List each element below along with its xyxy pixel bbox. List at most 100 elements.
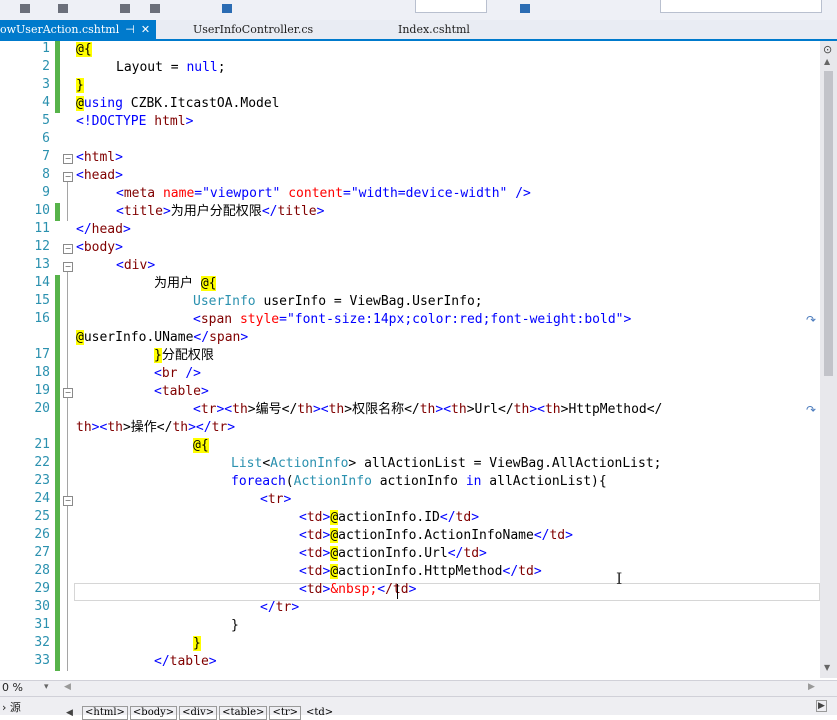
breadcrumb: ◀ <html> <body> <div> <table> <tr> <td> xyxy=(66,700,338,720)
toolbar-icon[interactable] xyxy=(150,4,160,13)
line-number: 30 xyxy=(34,599,50,614)
code-editor[interactable]: 1 2 3 4 5 6 7 8 9 10 11 12 13 14 15 16 1… xyxy=(0,41,820,678)
tab-userinfocontroller[interactable]: UserInfoController.cs xyxy=(193,20,313,39)
code-token: > xyxy=(227,420,236,435)
breadcrumb-item[interactable]: <td> xyxy=(303,706,336,720)
zoom-level[interactable]: 0 % xyxy=(2,681,23,694)
code-token: </ xyxy=(76,222,92,237)
code-token: tr xyxy=(211,420,228,435)
breadcrumb-item[interactable]: <div> xyxy=(179,706,218,720)
toolbar-icon[interactable] xyxy=(58,4,68,13)
code-token: < xyxy=(76,168,84,183)
scroll-down-icon[interactable]: ▼ xyxy=(824,663,830,672)
breadcrumb-item[interactable]: <table> xyxy=(219,706,268,720)
code-token: List xyxy=(231,456,263,471)
scrollbar-thumb[interactable] xyxy=(824,71,833,376)
code-token: th xyxy=(232,402,248,417)
code-token: > xyxy=(115,150,123,165)
tab-index[interactable]: Index.cshtml xyxy=(398,20,470,39)
scroll-left-icon[interactable]: ◀ xyxy=(64,682,71,692)
tab-label: owUserAction.cshtml xyxy=(0,23,120,36)
line-number: 5 xyxy=(42,113,50,128)
tab-label: Index.cshtml xyxy=(398,23,470,36)
line-number: 22 xyxy=(34,455,50,470)
code-token: </ xyxy=(447,546,464,561)
line-number: 2 xyxy=(42,59,50,74)
zoom-dropdown-icon[interactable]: ▾ xyxy=(44,682,49,692)
mouse-ibeam-icon: I xyxy=(616,569,623,588)
toolbar-search[interactable] xyxy=(660,0,822,13)
fold-toggle[interactable]: − xyxy=(63,388,73,398)
breadcrumb-left-icon[interactable]: ◀ xyxy=(66,708,73,718)
breadcrumb-right-icon[interactable]: ▶ xyxy=(816,700,827,712)
code-token: th xyxy=(419,402,436,417)
code-token: </ xyxy=(439,510,456,525)
fold-toggle[interactable]: − xyxy=(63,496,73,506)
code-token: 为用户分配权限 xyxy=(170,204,262,219)
code-line: <html> xyxy=(76,149,123,167)
fold-toggle[interactable]: − xyxy=(63,154,73,164)
code-token: UserInfo xyxy=(193,294,256,309)
code-token: Layout xyxy=(116,60,171,75)
code-token: < xyxy=(299,546,307,561)
code-token: "width=device-width" xyxy=(350,186,508,201)
vertical-scrollbar[interactable]: ⊙ ▲ ▼ xyxy=(820,41,837,678)
breadcrumb-item[interactable]: <html> xyxy=(82,706,128,720)
code-token: > allActionList = ViewBag.AllActionList; xyxy=(348,456,662,471)
code-token: @ xyxy=(330,546,339,561)
scroll-up-icon[interactable]: ▲ xyxy=(824,57,830,66)
code-token: ActionInfo xyxy=(293,474,372,489)
close-icon[interactable]: ✕ xyxy=(141,20,150,39)
code-token: > xyxy=(122,222,131,237)
code-line: 为用户 @{ xyxy=(154,275,217,293)
code-token: > xyxy=(283,492,292,507)
horizontal-scrollbar[interactable]: 0 % ▾ ◀ ▶ xyxy=(0,680,837,696)
line-number: 19 xyxy=(34,383,50,398)
code-token: th xyxy=(297,402,313,417)
source-view-label[interactable]: › 源 xyxy=(2,699,21,715)
code-token: ; xyxy=(217,60,226,75)
code-token: th xyxy=(328,402,345,417)
code-token: html xyxy=(154,114,186,129)
toolbar-icon[interactable] xyxy=(20,4,30,13)
code-token: >< xyxy=(435,402,452,417)
breadcrumb-item[interactable]: <tr> xyxy=(269,706,301,720)
code-token: >< xyxy=(529,402,545,417)
fold-toggle[interactable]: − xyxy=(63,244,73,254)
code-token: </ xyxy=(260,600,276,615)
code-token: = xyxy=(343,186,351,201)
line-number: 7 xyxy=(42,149,50,164)
fold-toggle[interactable]: − xyxy=(63,262,73,272)
code-token: td xyxy=(455,510,472,525)
code-token: <!DOCTYPE xyxy=(76,114,155,129)
code-token: actionInfo.ActionInfoName xyxy=(338,528,534,543)
scroll-right-icon[interactable]: ▶ xyxy=(808,682,815,692)
line-number: 3 xyxy=(42,77,50,92)
fold-toggle[interactable]: − xyxy=(63,172,73,182)
code-line: @{ xyxy=(76,41,92,59)
code-line: <meta name="viewport" content="width=dev… xyxy=(116,185,531,203)
split-icon[interactable]: ⊙ xyxy=(823,43,832,56)
change-marker xyxy=(55,203,60,221)
code-token: >权限名称</ xyxy=(344,402,420,417)
line-number: 14 xyxy=(34,275,50,290)
code-token: < xyxy=(299,528,307,543)
code-token: actionInfo xyxy=(371,474,466,489)
code-line: <td>@actionInfo.Url</td> xyxy=(299,545,487,563)
toolbar-dropdown[interactable] xyxy=(415,0,487,13)
toolbar-icon[interactable] xyxy=(120,4,130,13)
toolbar-icon[interactable] xyxy=(222,4,232,13)
toolbar-icon[interactable] xyxy=(520,4,530,13)
line-number: 23 xyxy=(34,473,50,488)
code-token: < xyxy=(116,258,124,273)
breadcrumb-item[interactable]: <body> xyxy=(129,706,178,720)
code-token: < xyxy=(299,510,307,525)
code-token: } xyxy=(193,636,201,651)
code-token: > xyxy=(185,114,194,129)
line-number: 8 xyxy=(42,167,50,182)
code-token: meta xyxy=(123,186,163,201)
code-token: 分配权限 xyxy=(161,348,214,363)
code-token: title xyxy=(277,204,317,219)
pin-icon[interactable]: ⊣ xyxy=(125,20,135,39)
tab-showuseraction[interactable]: owUserAction.cshtml ⊣ ✕ xyxy=(0,20,157,39)
